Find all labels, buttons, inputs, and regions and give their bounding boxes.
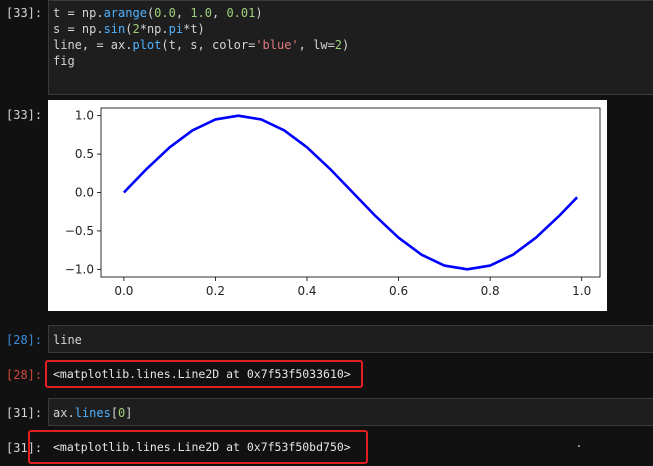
code-token: ( [125, 22, 133, 36]
code-token: t = np. [53, 6, 104, 20]
x-tick-label: 0.6 [389, 284, 408, 298]
line-chart: 0.0 0.2 0.4 0.6 0.8 1.0 −1.0 −0.5 0.0 0.5 1.0 [65, 107, 601, 298]
code-token: ) [255, 6, 263, 20]
y-tick-label: 1.0 [75, 109, 94, 123]
cell-28-input-prompt: [28]: [6, 333, 43, 347]
code-token: s = np. [53, 22, 104, 36]
code-editor[interactable]: line [49, 326, 653, 348]
code-line[interactable]: s = np.sin(2*np.pi*t) [49, 21, 653, 37]
code-editor[interactable]: ax.lines[0] [49, 399, 653, 421]
code-token: lines [74, 406, 111, 420]
code-token: [ [110, 406, 119, 420]
sine-line-series [122, 114, 579, 271]
code-token: fig [53, 54, 75, 68]
code-token: line, = ax. [53, 38, 133, 52]
cell-33-input-prompt: [33]: [6, 6, 43, 20]
code-line[interactable]: t = np.arange(0.0, 1.0, 0.01) [49, 5, 653, 21]
cell-31-output-text: <matplotlib.lines.Line2D at 0x7f53f50bd7… [53, 440, 351, 454]
code-token: ) [342, 38, 350, 52]
code-token: *np. [139, 22, 169, 36]
mouse-cursor-dot [578, 445, 580, 447]
plot-output: 0.0 0.2 0.4 0.6 0.8 1.0 −1.0 −0.5 0.0 0.5 1.0 [48, 100, 607, 311]
code-token: , lw= [298, 38, 335, 52]
cell-28-output-text: <matplotlib.lines.Line2D at 0x7f53f50336… [53, 367, 351, 381]
code-token: 'blue' [255, 38, 299, 52]
x-tick-label: 0.0 [114, 284, 133, 298]
plot-frame [100, 107, 601, 278]
code-line[interactable]: fig [49, 53, 653, 69]
code-line[interactable]: line [49, 332, 653, 348]
code-token: sin [103, 22, 126, 36]
code-token: ] [125, 406, 133, 420]
code-token: 0.01 [226, 6, 256, 20]
code-token: 2 [334, 38, 343, 52]
code-token: plot [132, 38, 162, 52]
code-token: pi [168, 22, 184, 36]
code-cell-28[interactable]: line [48, 325, 653, 353]
code-token: *t) [183, 22, 205, 36]
y-tick-label: −0.5 [65, 224, 94, 238]
code-token: (t, s, color= [161, 38, 256, 52]
code-token: 0.0 [154, 6, 176, 20]
code-token: 1.0 [190, 6, 212, 20]
code-editor[interactable]: t = np.arange(0.0, 1.0, 0.01) s = np.sin(… [49, 1, 653, 69]
code-token: line [53, 333, 82, 347]
x-tick-label: 0.8 [481, 284, 500, 298]
cell-33-output-prompt: [33]: [6, 108, 43, 122]
y-tick-label: 0.0 [75, 186, 94, 200]
code-line[interactable]: ax.lines[0] [49, 405, 653, 421]
code-token: ax. [53, 406, 75, 420]
code-token: , [212, 6, 227, 20]
x-tick-label: 1.0 [572, 284, 591, 298]
x-tick-label: 0.4 [297, 284, 316, 298]
y-tick-label: 0.5 [75, 147, 94, 161]
code-token: 2 [132, 22, 140, 36]
x-tick-label: 0.2 [206, 284, 225, 298]
cell-28-output-prompt: [28]: [6, 368, 43, 382]
code-token: arange [103, 6, 147, 20]
code-cell-31[interactable]: ax.lines[0] [48, 398, 653, 426]
code-cell-33[interactable]: t = np.arange(0.0, 1.0, 0.01) s = np.sin(… [48, 0, 653, 95]
code-line[interactable]: line, = ax.plot(t, s, color='blue', lw=2… [49, 37, 653, 53]
y-tick-label: −1.0 [65, 262, 94, 276]
cell-31-input-prompt: [31]: [6, 406, 43, 420]
code-token: , [175, 6, 191, 20]
